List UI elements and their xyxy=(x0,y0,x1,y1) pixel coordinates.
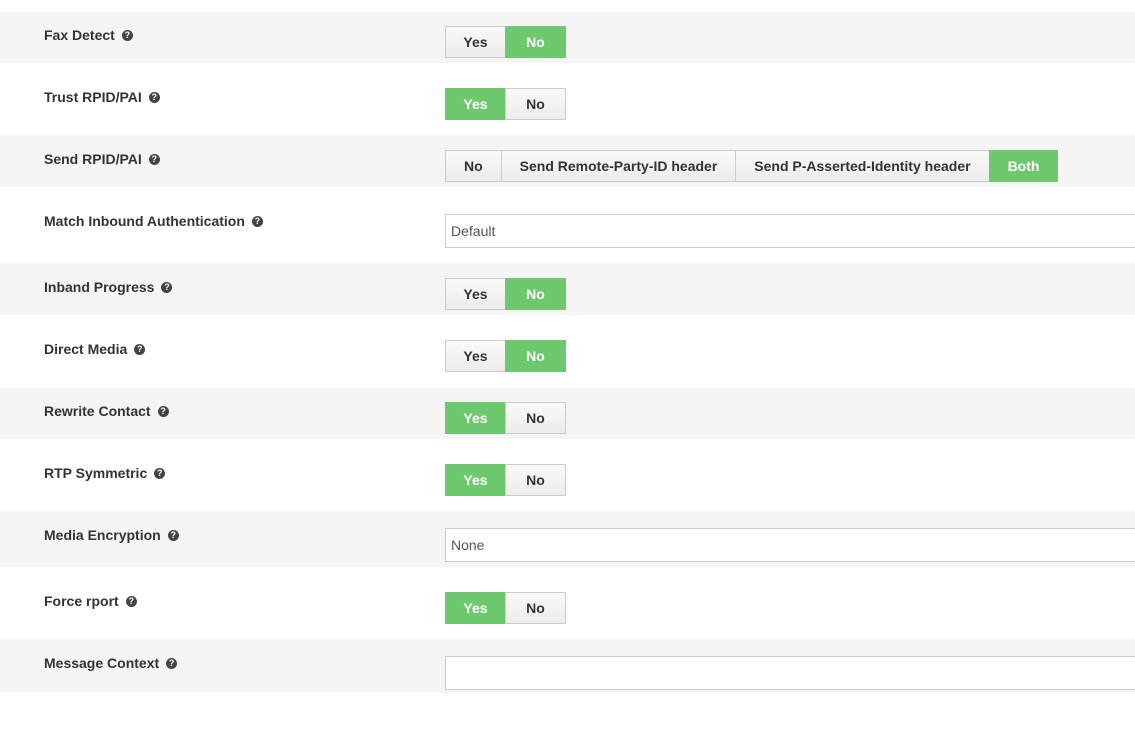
form-row-force-rport: Force rport? Yes No xyxy=(0,577,1135,629)
trust-rpid-pai-toggle: Yes No xyxy=(445,88,566,120)
field-label: Force rport? xyxy=(44,593,137,609)
rtp-symmetric-toggle: Yes No xyxy=(445,464,566,496)
field-label-text: Fax Detect xyxy=(44,27,115,43)
send-rpid-pai-option-no[interactable]: No xyxy=(445,150,502,182)
field-label-text: Force rport xyxy=(44,593,119,609)
field-label-text: Direct Media xyxy=(44,341,128,357)
field-label: Match Inbound Authentication? xyxy=(44,213,263,229)
field-label: Message Context? xyxy=(44,655,178,671)
field-label-text: Send RPID/PAI xyxy=(44,151,142,167)
help-icon[interactable]: ? xyxy=(148,153,160,165)
field-label-text: Trust RPID/PAI xyxy=(44,89,142,105)
help-icon[interactable]: ? xyxy=(161,281,173,293)
trust-rpid-pai-option-yes[interactable]: Yes xyxy=(445,88,506,120)
send-rpid-pai-option-both[interactable]: Both xyxy=(988,150,1059,182)
field-label: Rewrite Contact? xyxy=(44,403,169,419)
field-label-text: Media Encryption xyxy=(44,527,161,543)
form-row-trust-rpid-pai: Trust RPID/PAI? Yes No xyxy=(0,73,1135,125)
media-encryption-select[interactable]: None xyxy=(445,528,1135,562)
form-row-fax-detect: Fax Detect? Yes No xyxy=(0,11,1135,63)
help-icon[interactable]: ? xyxy=(157,405,169,417)
help-icon[interactable]: ? xyxy=(166,657,178,669)
match-inbound-authentication-select[interactable]: Default xyxy=(445,214,1135,248)
direct-media-option-no[interactable]: No xyxy=(505,340,566,372)
inband-progress-toggle: Yes No xyxy=(445,278,566,310)
rtp-symmetric-option-yes[interactable]: Yes xyxy=(445,464,506,496)
fax-detect-option-yes[interactable]: Yes xyxy=(445,26,506,58)
direct-media-toggle: Yes No xyxy=(445,340,566,372)
field-label-text: Match Inbound Authentication xyxy=(44,213,245,229)
inband-progress-option-no[interactable]: No xyxy=(505,278,566,310)
form-row-inband-progress: Inband Progress? Yes No xyxy=(0,263,1135,315)
message-context-input[interactable] xyxy=(445,656,1135,690)
form-row-rewrite-contact: Rewrite Contact? Yes No xyxy=(0,387,1135,439)
form-row-rtp-symmetric: RTP Symmetric? Yes No xyxy=(0,449,1135,501)
trust-rpid-pai-option-no[interactable]: No xyxy=(505,88,566,120)
direct-media-option-yes[interactable]: Yes xyxy=(445,340,506,372)
inband-progress-option-yes[interactable]: Yes xyxy=(445,278,506,310)
form-row-media-encryption: Media Encryption? None xyxy=(0,511,1135,567)
form-row-send-rpid-pai: Send RPID/PAI? No Send Remote-Party-ID hea… xyxy=(0,135,1135,187)
field-label-text: Inband Progress xyxy=(44,279,155,295)
field-label: Fax Detect? xyxy=(44,27,133,43)
field-label: Direct Media? xyxy=(44,341,146,357)
field-label: Trust RPID/PAI? xyxy=(44,89,160,105)
send-rpid-pai-option-send-remote-party-id-header[interactable]: Send Remote-Party-ID header xyxy=(500,150,737,182)
rtp-symmetric-option-no[interactable]: No xyxy=(505,464,566,496)
fax-detect-toggle: Yes No xyxy=(445,26,566,58)
field-label: Inband Progress? xyxy=(44,279,173,295)
field-label-text: Rewrite Contact xyxy=(44,403,151,419)
rewrite-contact-toggle: Yes No xyxy=(445,402,566,434)
help-icon[interactable]: ? xyxy=(148,91,160,103)
send-rpid-pai-toggle: No Send Remote-Party-ID header Send P-Asse… xyxy=(445,150,1059,182)
rewrite-contact-option-yes[interactable]: Yes xyxy=(445,402,506,434)
field-label: RTP Symmetric? xyxy=(44,465,166,481)
help-icon[interactable]: ? xyxy=(167,529,179,541)
help-icon[interactable]: ? xyxy=(251,215,263,227)
advanced-settings-form: Fax Detect? Yes No Trust RPID/PAI? Yes No Send… xyxy=(0,0,1135,741)
rewrite-contact-option-no[interactable]: No xyxy=(505,402,566,434)
field-label-text: Message Context xyxy=(44,655,160,671)
form-row-message-context: Message Context? xyxy=(0,639,1135,693)
help-icon[interactable]: ? xyxy=(134,343,146,355)
help-icon[interactable]: ? xyxy=(121,29,133,41)
fax-detect-option-no[interactable]: No xyxy=(505,26,566,58)
field-label: Send RPID/PAI? xyxy=(44,151,160,167)
field-label: Media Encryption? xyxy=(44,527,179,543)
help-icon[interactable]: ? xyxy=(154,467,166,479)
force-rport-option-no[interactable]: No xyxy=(505,592,566,624)
form-row-match-inbound-authentication: Match Inbound Authentication? Default xyxy=(0,197,1135,253)
form-row-direct-media: Direct Media? Yes No xyxy=(0,325,1135,377)
force-rport-toggle: Yes No xyxy=(445,592,566,624)
send-rpid-pai-option-send-p-asserted-identity-header[interactable]: Send P-Asserted-Identity header xyxy=(735,150,990,182)
help-icon[interactable]: ? xyxy=(125,595,137,607)
field-label-text: RTP Symmetric xyxy=(44,465,148,481)
force-rport-option-yes[interactable]: Yes xyxy=(445,592,506,624)
